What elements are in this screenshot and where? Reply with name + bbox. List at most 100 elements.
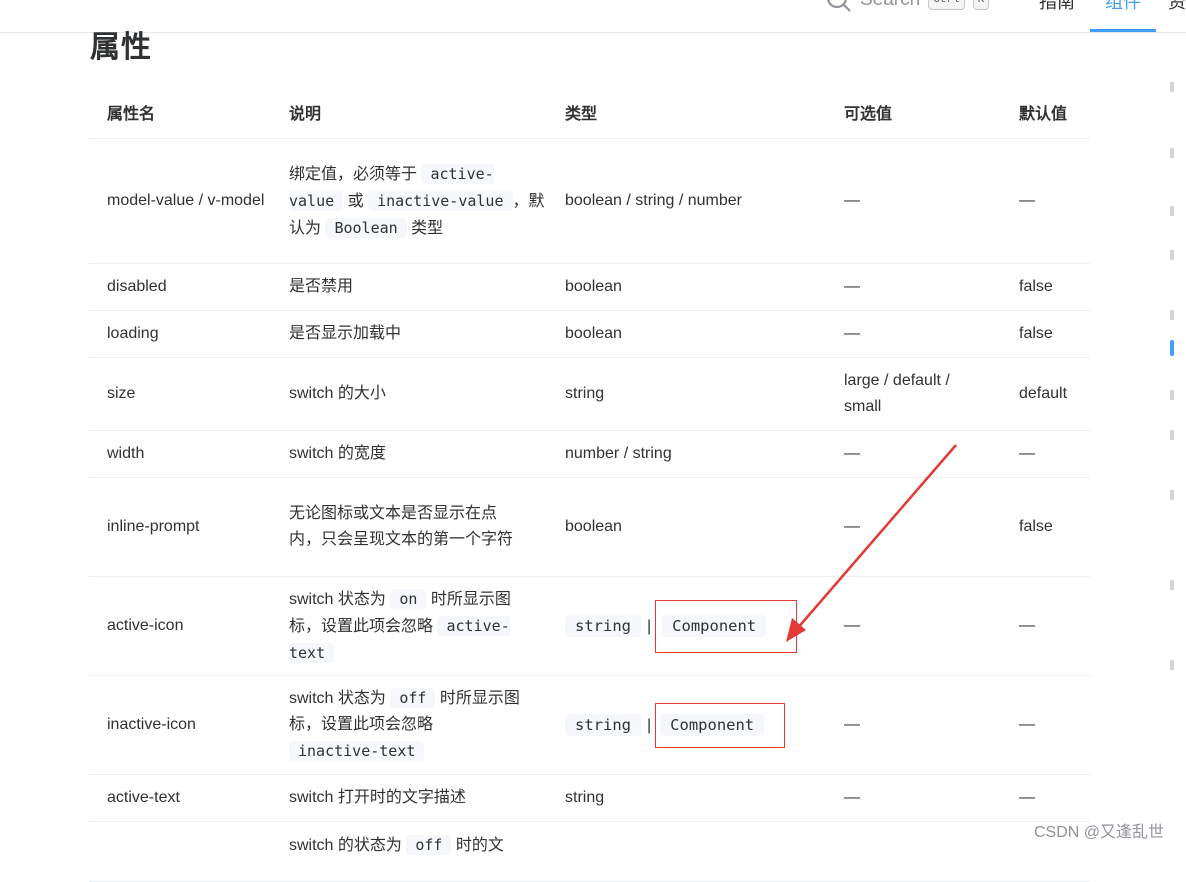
table-row: active-text switch 打开时的文字描述 string — — xyxy=(89,774,1090,822)
inline-code: on xyxy=(390,588,427,609)
cell-description: 无论图标或文本是否显示在点内，只会呈现文本的第一个字符 xyxy=(271,477,547,577)
inline-code: Boolean xyxy=(325,217,407,238)
cell-type: string | Component xyxy=(547,675,826,775)
annotation-box: Component xyxy=(655,702,786,748)
cell-default: false xyxy=(1001,263,1090,311)
cell-type: number / string xyxy=(547,430,826,478)
cell-description: 绑定值，必须等于 active-value 或 inactive-value ，默… xyxy=(271,138,547,264)
cell-default: false xyxy=(1001,477,1090,577)
cell-default: — xyxy=(1001,576,1090,676)
desc-text: 或 xyxy=(343,192,369,210)
cell-type: string xyxy=(547,774,826,822)
cell-name: loading xyxy=(89,310,271,358)
desc-text: 类型 xyxy=(406,219,444,237)
top-navigation: Search Ctrl K 指南 组件 资 xyxy=(0,0,1186,33)
active-nav-indicator xyxy=(1090,29,1156,32)
cell-type: string xyxy=(547,357,826,431)
watermark: CSDN @又逢乱世 xyxy=(1034,824,1165,841)
type-code: Component xyxy=(660,713,765,736)
cell-default: — xyxy=(1001,774,1090,822)
search-icon xyxy=(827,0,851,12)
inline-code: inactive-value xyxy=(368,190,513,211)
cell-name: model-value / v-model xyxy=(89,138,271,264)
kbd-ctrl: Ctrl xyxy=(928,0,965,10)
type-separator: | xyxy=(647,617,652,635)
table-row: width switch 的宽度 number / string — — xyxy=(89,430,1090,478)
table-header-row: 属性名 说明 类型 可选值 默认值 xyxy=(89,92,1090,139)
table-row: inactive-icon switch 状态为 off 时所显示图标，设置此项… xyxy=(89,675,1090,775)
type-separator: | xyxy=(647,716,652,734)
cell-options xyxy=(826,821,1001,882)
table-row: active-icon switch 状态为 on 时所显示图标，设置此项会忽略… xyxy=(89,576,1090,676)
cell-description: 是否显示加载中 xyxy=(271,310,547,358)
nav-link-guide[interactable]: 指南 xyxy=(1039,0,1075,14)
table-row: loading 是否显示加载中 boolean — false xyxy=(89,310,1090,358)
cell-type: boolean xyxy=(547,477,826,577)
cell-name: width xyxy=(89,430,271,478)
cell-default: — xyxy=(1001,675,1090,775)
attributes-table: 属性名 说明 类型 可选值 默认值 model-value / v-model … xyxy=(89,92,1090,882)
toc-active-indicator xyxy=(1170,340,1174,356)
type-code: string xyxy=(565,614,641,637)
cell-description: switch 状态为 off 时所显示图标，设置此项会忽略 inactive-t… xyxy=(271,675,547,775)
nav-link-resources[interactable]: 资 xyxy=(1168,0,1186,14)
desc-text: switch 状态为 xyxy=(289,690,391,707)
type-code: Component xyxy=(662,614,767,637)
desc-text: switch 状态为 xyxy=(289,590,391,608)
header-type: 类型 xyxy=(547,92,826,139)
desc-text: 时的文 xyxy=(451,837,504,854)
cell-options: — xyxy=(826,310,1001,358)
desc-text: 绑定值，必须等于 xyxy=(289,165,422,183)
search-label: Search xyxy=(860,0,920,11)
cell-name: active-text xyxy=(89,774,271,822)
header-description: 说明 xyxy=(271,92,547,139)
desc-text: switch 的状态为 xyxy=(289,837,407,854)
cell-description: switch 状态为 on 时所显示图标，设置此项会忽略 active-text xyxy=(271,576,547,676)
cell-options: — xyxy=(826,675,1001,775)
table-row: size switch 的大小 string large / default /… xyxy=(89,357,1090,431)
cell-options: — xyxy=(826,477,1001,577)
cell-options: — xyxy=(826,138,1001,264)
cell-description: switch 打开时的文字描述 xyxy=(271,774,547,822)
header-name: 属性名 xyxy=(89,92,271,139)
section-title: 属性 xyxy=(90,31,152,64)
table-row: switch 的状态为 off 时的文 xyxy=(89,821,1090,882)
cell-name: inactive-icon xyxy=(89,675,271,775)
cell-name: size xyxy=(89,357,271,431)
cell-name: disabled xyxy=(89,263,271,311)
cell-name xyxy=(89,821,271,882)
cell-type: boolean xyxy=(547,310,826,358)
kbd-k: K xyxy=(972,0,990,10)
cell-type xyxy=(547,821,826,882)
table-row: disabled 是否禁用 boolean — false xyxy=(89,263,1090,311)
cell-name: active-icon xyxy=(89,576,271,676)
header-options: 可选值 xyxy=(826,92,1001,139)
cell-description: switch 的宽度 xyxy=(271,430,547,478)
type-code: string xyxy=(565,713,641,736)
search-button[interactable]: Search Ctrl K xyxy=(826,0,990,14)
inline-code: off xyxy=(406,835,452,855)
annotation-box: Component xyxy=(655,599,798,653)
cell-options: — xyxy=(826,430,1001,478)
cell-type: string | Component xyxy=(547,576,826,676)
inline-code: off xyxy=(390,688,436,708)
cell-default: — xyxy=(1001,430,1090,478)
cell-default: false xyxy=(1001,310,1090,358)
cell-description: switch 的状态为 off 时的文 xyxy=(271,821,547,882)
cell-name: inline-prompt xyxy=(89,477,271,577)
nav-link-component[interactable]: 组件 xyxy=(1105,0,1141,14)
cell-description: 是否禁用 xyxy=(271,263,547,311)
inline-code: inactive-text xyxy=(289,741,425,761)
cell-options: — xyxy=(826,263,1001,311)
cell-description: switch 的大小 xyxy=(271,357,547,431)
cell-default: default xyxy=(1001,357,1090,431)
table-row: inline-prompt 无论图标或文本是否显示在点内，只会呈现文本的第一个字… xyxy=(89,477,1090,577)
cell-options: — xyxy=(826,774,1001,822)
table-row: model-value / v-model 绑定值，必须等于 active-va… xyxy=(89,138,1090,264)
header-default: 默认值 xyxy=(1001,92,1090,139)
cell-options: large / default / small xyxy=(826,357,1001,431)
toc-rail xyxy=(1168,60,1186,847)
cell-type: boolean xyxy=(547,263,826,311)
cell-default: — xyxy=(1001,138,1090,264)
cell-options: — xyxy=(826,576,1001,676)
